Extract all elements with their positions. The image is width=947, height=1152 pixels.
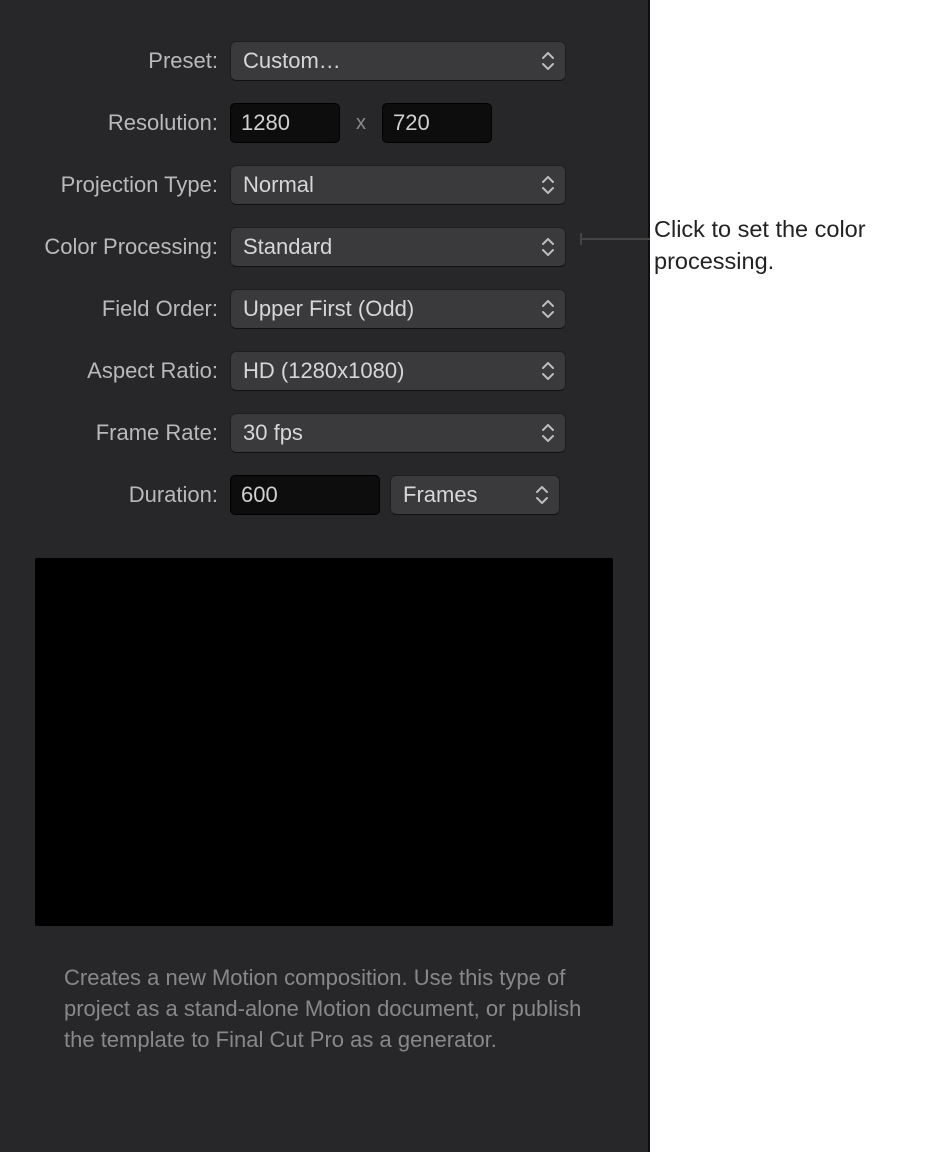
field-order-select[interactable]: Upper First (Odd) [230, 289, 566, 329]
projection-type-value: Normal [243, 172, 314, 198]
projection-type-label: Projection Type: [0, 174, 230, 196]
projection-type-row: Projection Type: Normal [0, 154, 648, 216]
chevron-up-down-icon [541, 232, 559, 262]
color-processing-label: Color Processing: [0, 236, 230, 258]
color-processing-row: Color Processing: Standard [0, 216, 648, 278]
preview-area [35, 558, 613, 926]
frame-rate-select[interactable]: 30 fps [230, 413, 566, 453]
duration-row: Duration: 600 Frames [0, 464, 648, 526]
duration-label: Duration: [0, 484, 230, 506]
duration-input[interactable]: 600 [230, 475, 380, 515]
frame-rate-label: Frame Rate: [0, 422, 230, 444]
chevron-up-down-icon [541, 46, 559, 76]
duration-unit-select[interactable]: Frames [390, 475, 560, 515]
callout-text: Click to set the color processing. [654, 214, 924, 277]
resolution-height-input[interactable]: 720 [382, 103, 492, 143]
field-order-label: Field Order: [0, 298, 230, 320]
preset-label: Preset: [0, 50, 230, 72]
frame-rate-row: Frame Rate: 30 fps [0, 402, 648, 464]
resolution-row: Resolution: 1280 x 720 [0, 92, 648, 154]
preset-row: Preset: Custom… [0, 30, 648, 92]
resolution-separator: x [350, 112, 372, 135]
aspect-ratio-select[interactable]: HD (1280x1080) [230, 351, 566, 391]
resolution-width-input[interactable]: 1280 [230, 103, 340, 143]
aspect-ratio-label: Aspect Ratio: [0, 360, 230, 382]
field-order-value: Upper First (Odd) [243, 296, 414, 322]
callout-leader-line [580, 238, 650, 240]
frame-rate-value: 30 fps [243, 420, 303, 446]
project-description: Creates a new Motion composition. Use th… [64, 962, 584, 1056]
color-processing-value: Standard [243, 234, 332, 260]
field-order-row: Field Order: Upper First (Odd) [0, 278, 648, 340]
chevron-up-down-icon [541, 418, 559, 448]
projection-type-select[interactable]: Normal [230, 165, 566, 205]
project-settings-panel: Preset: Custom… Resolution: 1280 x 720 P… [0, 0, 650, 1152]
chevron-up-down-icon [541, 170, 559, 200]
preset-select[interactable]: Custom… [230, 41, 566, 81]
aspect-ratio-row: Aspect Ratio: HD (1280x1080) [0, 340, 648, 402]
resolution-label: Resolution: [0, 112, 230, 134]
chevron-up-down-icon [535, 480, 553, 510]
chevron-up-down-icon [541, 356, 559, 386]
aspect-ratio-value: HD (1280x1080) [243, 358, 404, 384]
color-processing-select[interactable]: Standard [230, 227, 566, 267]
duration-unit-value: Frames [403, 482, 478, 508]
chevron-up-down-icon [541, 294, 559, 324]
preset-value: Custom… [243, 48, 341, 74]
